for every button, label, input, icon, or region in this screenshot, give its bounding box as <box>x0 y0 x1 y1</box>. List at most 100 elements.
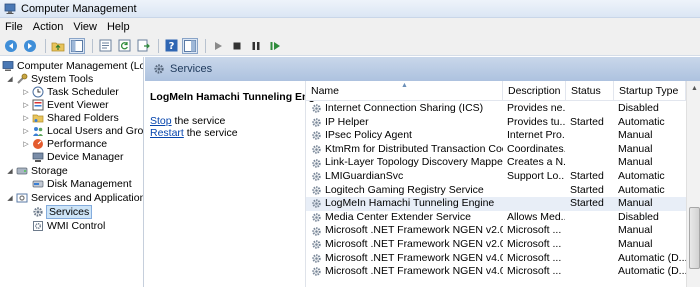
expand-icon[interactable]: ▷ <box>22 140 30 148</box>
service-startup-type: Disabled <box>618 102 659 114</box>
menu-action[interactable]: Action <box>28 21 69 33</box>
tree-label: Shared Folders <box>47 111 119 124</box>
service-row[interactable]: IPsec Policy Agent Internet Pro... Manual <box>306 129 686 143</box>
service-status <box>570 156 614 170</box>
vertical-scrollbar[interactable]: ▲ <box>686 81 700 287</box>
scroll-up-icon[interactable]: ▲ <box>687 81 700 96</box>
collapse-icon[interactable]: ◢ <box>6 167 14 175</box>
service-name-cell: Media Center Extender Service <box>311 211 503 225</box>
play-icon[interactable] <box>210 38 226 54</box>
service-row[interactable]: Microsoft .NET Framework NGEN v4.0.3031.… <box>306 252 686 266</box>
export-list-icon[interactable] <box>135 38 151 54</box>
stop-service-link[interactable]: Stop <box>150 115 172 127</box>
service-row[interactable]: LogMeIn Hamachi Tunneling Engine Started M… <box>306 197 686 211</box>
tree-label: Storage <box>31 164 68 177</box>
service-name: LogMeIn Hamachi Tunneling Engine <box>325 197 495 210</box>
services-header: Services <box>145 57 700 81</box>
service-row[interactable]: Link-Layer Topology Discovery Mapper Crea… <box>306 156 686 170</box>
service-description <box>507 184 565 198</box>
service-description: Microsoft ... <box>507 251 562 264</box>
service-gear-icon <box>312 158 321 168</box>
service-status: Started <box>570 183 604 196</box>
up-folder-icon[interactable] <box>50 38 66 54</box>
service-name: Media Center Extender Service <box>325 210 471 223</box>
tree-label: Services and Applications <box>31 191 144 204</box>
restart-service-link[interactable]: Restart <box>150 127 184 139</box>
service-name: Link-Layer Topology Discovery Mapper <box>325 156 503 169</box>
properties-icon[interactable] <box>97 38 113 54</box>
menu-view[interactable]: View <box>68 21 102 33</box>
show-hide-tree-icon[interactable] <box>69 37 85 54</box>
menu-help[interactable]: Help <box>102 21 135 33</box>
tree-item-task-scheduler[interactable]: ▷ Task Scheduler <box>22 85 119 98</box>
stop-icon[interactable] <box>229 38 245 54</box>
tree-item-local-users[interactable]: ▷ Local Users and Groups <box>22 124 143 137</box>
storage-icon <box>16 165 28 177</box>
tree-item-device-manager[interactable]: Device Manager <box>32 150 123 163</box>
scroll-thumb[interactable] <box>689 207 700 269</box>
pause-icon[interactable] <box>248 38 264 54</box>
service-description: Provides ne... <box>507 102 565 114</box>
service-row[interactable]: Microsoft .NET Framework NGEN v2.0.5072.… <box>306 238 686 252</box>
restart-service-line: Restart the service <box>150 127 238 139</box>
restart-service-suffix: the service <box>183 127 238 139</box>
console-tree-icon[interactable] <box>182 37 198 54</box>
service-row[interactable]: Internet Connection Sharing (ICS) Provide… <box>306 102 686 116</box>
restart-icon[interactable] <box>267 38 283 54</box>
services-gear-icon <box>32 206 44 218</box>
service-name-cell: Microsoft .NET Framework NGEN v4.0.3031.… <box>311 252 503 266</box>
tree-item-services[interactable]: Services <box>32 204 93 219</box>
tree-item-system-tools[interactable]: ◢ System Tools <box>6 72 93 85</box>
service-row[interactable]: Logitech Gaming Registry Service Started A… <box>306 184 686 198</box>
service-gear-icon <box>312 104 321 113</box>
tree-item-services-apps[interactable]: ◢ Services and Applications <box>6 191 144 204</box>
service-status: Started <box>570 115 604 128</box>
service-gear-icon <box>312 172 321 181</box>
service-name: Microsoft .NET Framework NGEN v2.0.5072.… <box>325 224 503 237</box>
sort-ascending-icon: ▲ <box>401 82 408 89</box>
service-name: Microsoft .NET Framework NGEN v4.0.3031.… <box>325 265 503 278</box>
service-gear-icon <box>312 131 321 141</box>
column-header-status[interactable]: Status <box>566 81 614 101</box>
service-row[interactable]: Media Center Extender Service Allows Med.… <box>306 211 686 225</box>
service-row[interactable]: Microsoft .NET Framework NGEN v4.0.3031.… <box>306 265 686 279</box>
service-name: Microsoft .NET Framework NGEN v2.0.5072.… <box>325 238 503 250</box>
tree-item-shared-folders[interactable]: ▷ Shared Folders <box>22 111 119 124</box>
service-status <box>570 265 614 279</box>
expand-icon[interactable]: ▷ <box>22 127 30 135</box>
tree-item-storage[interactable]: ◢ Storage <box>6 164 68 177</box>
service-status <box>570 102 614 116</box>
tree-item-root[interactable]: Computer Management (Local <box>2 59 143 72</box>
service-name-cell: Internet Connection Sharing (ICS) <box>311 102 503 116</box>
back-icon[interactable] <box>3 38 19 54</box>
menu-file[interactable]: File <box>0 21 28 33</box>
title-bar: Computer Management <box>0 0 700 18</box>
column-header-description[interactable]: Description <box>503 81 566 101</box>
refresh-icon[interactable] <box>116 38 132 54</box>
expand-icon[interactable]: ▷ <box>22 88 30 96</box>
tree-label: Performance <box>47 137 108 150</box>
tree-item-disk-management[interactable]: Disk Management <box>32 177 132 190</box>
event-log-icon <box>32 99 44 111</box>
forward-icon[interactable] <box>22 38 38 54</box>
services-apps-icon <box>16 192 28 204</box>
tree-item-event-viewer[interactable]: ▷ Event Viewer <box>22 98 108 111</box>
help-icon[interactable]: ? <box>163 38 179 54</box>
collapse-icon[interactable]: ◢ <box>6 75 14 83</box>
expand-icon[interactable]: ▷ <box>22 101 30 109</box>
tree-item-wmi-control[interactable]: WMI Control <box>32 219 105 232</box>
column-header-name[interactable]: Name ▲ <box>306 81 503 101</box>
service-row[interactable]: KtmRm for Distributed Transaction Coordi… <box>306 143 686 157</box>
tree-item-performance[interactable]: ▷ Performance <box>22 137 107 150</box>
menu-bar: File Action View Help <box>0 18 700 36</box>
service-row[interactable]: IP Helper Provides tu... Started Automatic <box>306 116 686 130</box>
service-startup-type: Manual <box>618 238 653 250</box>
service-row[interactable]: Microsoft .NET Framework NGEN v2.0.5072.… <box>306 224 686 238</box>
service-row[interactable]: LMIGuardianSvc Support Lo... Started Automa… <box>306 170 686 184</box>
disk-icon <box>32 178 44 190</box>
collapse-icon[interactable]: ◢ <box>6 194 14 202</box>
services-pane: Services LogMeIn Hamachi Tunneling Engin… <box>145 57 700 287</box>
expand-icon[interactable]: ▷ <box>22 114 30 122</box>
service-gear-icon <box>312 199 321 209</box>
column-header-startup-type[interactable]: Startup Type <box>614 81 686 101</box>
